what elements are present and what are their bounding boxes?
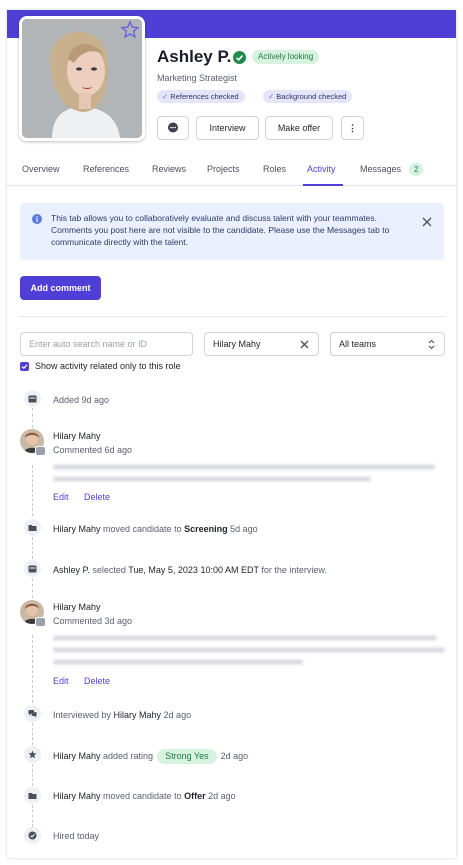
check-icon bbox=[21, 364, 28, 370]
comment-body-redacted bbox=[53, 648, 445, 652]
background-checked-chip: ✓ Background checked bbox=[263, 90, 353, 103]
event-hired: Hired today bbox=[53, 831, 100, 841]
chat-bubbles-icon bbox=[24, 705, 41, 722]
candidate-role-title: Marketing Strategist bbox=[157, 73, 238, 83]
delete-comment-link[interactable]: Delete bbox=[84, 492, 110, 502]
candidate-name: Ashley P. bbox=[157, 47, 232, 66]
event-rating: Hilary Mahy added rating Strong Yes 2d ago bbox=[53, 749, 248, 764]
check-icon: ✓ bbox=[268, 92, 275, 101]
close-icon[interactable] bbox=[422, 217, 432, 227]
info-banner: This tab allows you to collaboratively e… bbox=[20, 203, 444, 260]
tab-references[interactable]: References bbox=[83, 164, 129, 174]
comment-body-redacted bbox=[53, 660, 303, 664]
comment-author: Hilary Mahy bbox=[53, 431, 101, 441]
profile-tabs: Overview References Reviews Projects Rol… bbox=[7, 154, 456, 186]
event-interviewed: Interviewed by Hilary Mahy 2d ago bbox=[53, 710, 192, 720]
more-options-button[interactable]: ⋮ bbox=[341, 116, 364, 140]
check-icon: ✓ bbox=[162, 92, 169, 101]
comment-time: Commented 3d ago bbox=[53, 616, 133, 626]
team-filter-select[interactable]: All teams bbox=[330, 332, 445, 356]
favorite-star-icon[interactable] bbox=[120, 20, 140, 40]
timeline-connector bbox=[32, 408, 33, 428]
comment-author: Hilary Mahy bbox=[53, 602, 101, 612]
comment-badge-icon bbox=[35, 617, 46, 627]
timeline-connector bbox=[32, 578, 33, 598]
tab-reviews[interactable]: Reviews bbox=[152, 164, 186, 174]
info-icon bbox=[32, 214, 42, 224]
add-comment-button[interactable]: Add comment bbox=[20, 276, 101, 300]
team-filter-value: All teams bbox=[339, 339, 377, 349]
event-moved-screening: Hilary Mahy moved candidate to Screening… bbox=[53, 524, 258, 534]
tab-roles[interactable]: Roles bbox=[263, 164, 286, 174]
clear-icon[interactable] bbox=[300, 340, 309, 349]
timeline-connector bbox=[32, 723, 33, 745]
interview-button[interactable]: Interview bbox=[196, 116, 259, 140]
tab-activity[interactable]: Activity bbox=[307, 164, 336, 174]
comment-body-redacted bbox=[53, 465, 435, 469]
divider bbox=[20, 316, 444, 317]
chevron-up-down-icon bbox=[428, 339, 435, 350]
rating-badge: Strong Yes bbox=[157, 749, 217, 764]
tab-messages[interactable]: Messages bbox=[360, 164, 401, 174]
member-filter-select[interactable]: Hilary Mahy bbox=[204, 332, 319, 356]
tab-overview[interactable]: Overview bbox=[22, 164, 60, 174]
event-moved-offer: Hilary Mahy moved candidate to Offer 2d … bbox=[53, 791, 236, 801]
calendar-icon bbox=[24, 390, 41, 407]
chat-bubble-icon bbox=[168, 122, 178, 133]
verified-check-icon bbox=[233, 51, 246, 64]
candidate-profile-card: Ashley P. Actively looking Marketing Str… bbox=[7, 10, 456, 858]
timeline-connector bbox=[32, 537, 33, 559]
member-filter-value: Hilary Mahy bbox=[213, 339, 261, 349]
role-only-checkbox[interactable] bbox=[20, 362, 29, 371]
active-tab-indicator bbox=[303, 184, 343, 186]
comment-body-redacted bbox=[53, 477, 371, 481]
references-checked-chip: ✓ References checked bbox=[157, 90, 245, 103]
status-badge: Actively looking bbox=[252, 50, 320, 64]
message-button[interactable] bbox=[157, 116, 189, 140]
candidate-photo bbox=[19, 16, 145, 141]
search-input[interactable]: Enter auto search name or ID bbox=[20, 332, 193, 356]
folder-icon bbox=[24, 519, 41, 536]
event-selected-interview: Ashley P. selected Tue, May 5, 2023 10:0… bbox=[53, 565, 327, 575]
info-banner-text: This tab allows you to collaboratively e… bbox=[51, 213, 390, 247]
edit-comment-link[interactable]: Edit bbox=[53, 676, 69, 686]
messages-count-badge: 2 bbox=[409, 163, 424, 176]
folder-icon bbox=[24, 787, 41, 804]
role-only-checkbox-label: Show activity related only to this role bbox=[35, 361, 181, 371]
make-offer-button[interactable]: Make offer bbox=[265, 116, 333, 140]
timeline-connector bbox=[32, 465, 33, 516]
edit-comment-link[interactable]: Edit bbox=[53, 492, 69, 502]
calendar-icon bbox=[24, 560, 41, 577]
delete-comment-link[interactable]: Delete bbox=[84, 676, 110, 686]
timeline-connector bbox=[32, 635, 33, 703]
comment-badge-icon bbox=[35, 446, 46, 456]
search-placeholder: Enter auto search name or ID bbox=[29, 339, 148, 349]
star-icon bbox=[24, 746, 41, 763]
timeline-connector bbox=[32, 805, 33, 827]
tab-projects[interactable]: Projects bbox=[207, 164, 240, 174]
comment-body-redacted bbox=[53, 636, 437, 640]
check-circle-icon bbox=[24, 827, 41, 844]
comment-time: Commented 6d ago bbox=[53, 445, 133, 455]
timeline-connector bbox=[32, 764, 33, 786]
event-added: Added 9d ago bbox=[53, 395, 110, 405]
